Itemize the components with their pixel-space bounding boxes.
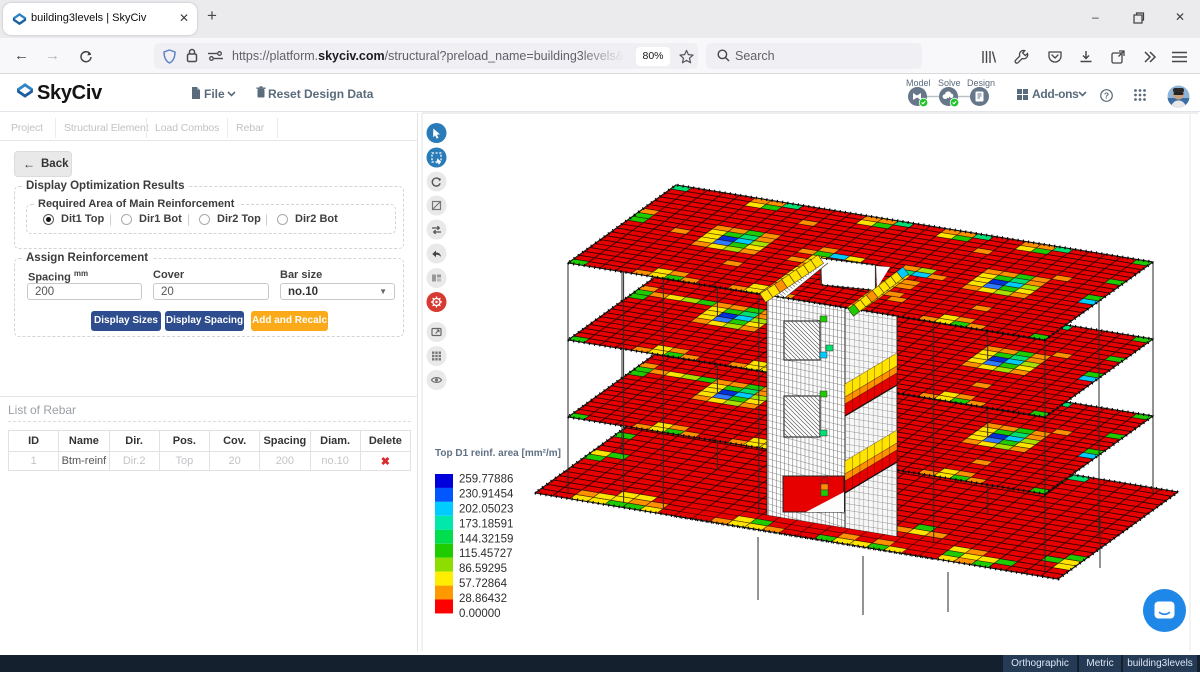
svg-text:28.86432: 28.86432 <box>459 593 507 605</box>
svg-text:115.45727: 115.45727 <box>459 548 513 560</box>
svg-text:Top D1 reinf. area [mm²/m]: Top D1 reinf. area [mm²/m] <box>435 448 561 459</box>
svg-text:173.18591: 173.18591 <box>459 518 513 530</box>
svg-text:0.00000: 0.00000 <box>459 608 501 620</box>
svg-text:202.05023: 202.05023 <box>459 503 513 515</box>
svg-text:144.32159: 144.32159 <box>459 533 513 545</box>
svg-text:86.59295: 86.59295 <box>459 563 507 575</box>
svg-text:259.77886: 259.77886 <box>459 474 513 486</box>
svg-text:57.72864: 57.72864 <box>459 578 508 590</box>
svg-text:230.91454: 230.91454 <box>459 488 514 500</box>
